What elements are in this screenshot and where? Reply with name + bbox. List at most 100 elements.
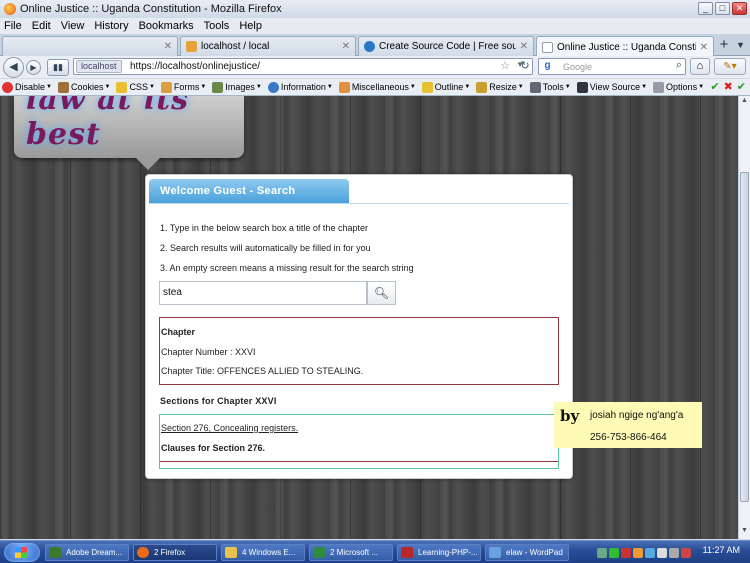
chapter-number: Chapter Number : XXVI [161, 347, 256, 357]
task-windows-explorer[interactable]: 4 Windows E... [221, 544, 305, 561]
list-tabs-icon[interactable]: ▼ [736, 40, 745, 50]
author-by-label: by [560, 407, 580, 425]
home-button[interactable]: ⌂ [690, 58, 710, 75]
valid-check-icon[interactable]: ✔ [710, 80, 719, 93]
site-identity-button[interactable]: localhost [76, 60, 122, 73]
menu-view[interactable]: View [61, 20, 85, 32]
vertical-scrollbar[interactable]: ▲ ▼ [738, 96, 750, 539]
tab-4-active[interactable]: Online Justice :: Uganda Constitution ✕ [536, 36, 714, 57]
close-tab-icon[interactable]: ✕ [700, 42, 708, 53]
bar-chart-icon[interactable]: ▮▮ [47, 59, 69, 76]
dev-outline[interactable]: Outline ▼ [421, 81, 470, 93]
tray-icon[interactable] [597, 547, 607, 558]
search-box[interactable]: g Google ⌕ [538, 58, 686, 75]
url-bar[interactable]: localhost https://localhost/onlinejustic… [73, 58, 533, 75]
close-tab-icon[interactable]: ✕ [164, 41, 172, 52]
tray-icon[interactable] [621, 547, 631, 558]
firefox-icon [4, 3, 16, 15]
tab-1[interactable]: ✕ [2, 36, 178, 56]
chapter-result-box: Chapter Chapter Number : XXVI Chapter Ti… [159, 317, 559, 385]
menu-bookmarks[interactable]: Bookmarks [139, 20, 194, 32]
close-tab-icon[interactable]: ✕ [342, 41, 350, 52]
task-learning-php[interactable]: Learning-PHP-... [397, 544, 481, 561]
menu-file[interactable]: File [4, 20, 22, 32]
dev-options[interactable]: Options ▼ [653, 81, 704, 93]
dev-resize[interactable]: Resize ▼ [476, 81, 524, 93]
dev-images[interactable]: Images ▼ [212, 81, 262, 93]
volume-icon[interactable] [669, 547, 679, 558]
excel-icon [313, 547, 325, 558]
pdf-icon [401, 547, 413, 558]
tray-icon[interactable] [609, 547, 619, 558]
back-button[interactable]: ◀ [3, 57, 24, 78]
images-icon [212, 81, 224, 93]
maximize-button[interactable]: □ [715, 2, 730, 15]
menu-help[interactable]: Help [239, 20, 262, 32]
folder-icon [225, 547, 237, 558]
scroll-up-icon[interactable]: ▲ [739, 97, 750, 108]
menu-tools[interactable]: Tools [204, 20, 230, 32]
extension-button[interactable]: ✎▾ [714, 58, 746, 75]
dev-miscellaneous[interactable]: Miscellaneous ▼ [338, 81, 416, 93]
dev-css[interactable]: CSS ▼ [116, 81, 155, 93]
close-window-button[interactable]: ✕ [732, 2, 747, 15]
search-icon[interactable]: ⌕ [676, 59, 682, 72]
menu-edit[interactable]: Edit [32, 20, 51, 32]
dev-forms[interactable]: Forms ▼ [160, 81, 206, 93]
error-icon[interactable]: ✖ [724, 80, 733, 93]
chapter-heading: Chapter [161, 327, 196, 337]
dev-information[interactable]: Information ▼ [267, 81, 333, 93]
url-text[interactable]: https://localhost/onlinejustice/ [130, 60, 260, 74]
tray-icon[interactable] [681, 547, 691, 558]
cookie-icon [57, 81, 69, 93]
dev-tools[interactable]: Tools ▼ [529, 81, 571, 93]
forward-button[interactable]: ▶ [26, 60, 41, 75]
clock[interactable]: 11:27 AM [703, 545, 740, 555]
task-dreamweaver[interactable]: Adobe Dream... [45, 544, 129, 561]
start-button[interactable] [4, 543, 40, 562]
globe-icon [364, 41, 375, 52]
clauses-heading: Clauses for Section 276. [161, 443, 266, 453]
dev-view-source[interactable]: View Source ▼ [576, 81, 647, 93]
outline-pencil-icon [421, 81, 433, 93]
google-icon[interactable]: g [541, 60, 554, 73]
tab-2[interactable]: localhost / local ✕ [180, 36, 356, 56]
site-logo-banner: law at its best [14, 96, 244, 170]
options-icon [653, 81, 665, 93]
dev-disable[interactable]: Disable ▼ [2, 81, 52, 93]
page-icon [542, 41, 553, 53]
menu-history[interactable]: History [94, 20, 128, 32]
instruction-1: 1. Type in the below search box a title … [160, 223, 368, 233]
tray-icon[interactable] [645, 547, 655, 558]
task-firefox[interactable]: 2 Firefox [133, 544, 217, 561]
forms-icon [160, 81, 172, 93]
disable-icon [2, 81, 13, 93]
section-link[interactable]: Section 276, Concealing registers. [161, 423, 298, 433]
site-logo-text: law at its best [26, 96, 189, 152]
new-tab-button[interactable]: + [716, 37, 732, 54]
close-tab-icon[interactable]: ✕ [520, 41, 528, 52]
task-wordpad[interactable]: elaw - WordPad [485, 544, 569, 561]
dev-cookies[interactable]: Cookies ▼ [57, 81, 110, 93]
bookmark-star-icon[interactable]: ☆ [500, 59, 510, 72]
view-source-icon [576, 81, 588, 93]
scroll-thumb[interactable] [740, 172, 749, 502]
menu-bar: File Edit View History Bookmarks Tools H… [0, 18, 750, 34]
minimize-button[interactable]: _ [698, 2, 713, 15]
search-card: Welcome Guest - Search Alligation 1. Typ… [145, 174, 573, 479]
scroll-down-icon[interactable]: ▼ [739, 527, 750, 538]
reload-icon[interactable]: ↻ [518, 59, 532, 73]
sections-heading: Sections for Chapter XXVI [160, 396, 277, 406]
search-button[interactable]: 🔍︎ [367, 281, 396, 305]
page-content: law at its best Welcome Guest - Search A… [0, 96, 738, 539]
network-icon[interactable] [657, 547, 667, 558]
valid-check-icon-2[interactable]: ✔ [737, 80, 746, 93]
phpmyadmin-icon [186, 41, 197, 52]
tray-icon[interactable] [633, 547, 643, 558]
chapter-search-input[interactable]: stea [159, 281, 367, 305]
tab-label: Create Source Code | Free source code... [379, 41, 516, 52]
firefox-task-icon [137, 547, 149, 558]
task-microsoft[interactable]: 2 Microsoft ... [309, 544, 393, 561]
web-developer-toolbar: Disable ▼ Cookies ▼ CSS ▼ Forms ▼ Images ▼ In… [0, 79, 750, 96]
tab-3[interactable]: Create Source Code | Free source code...… [358, 36, 534, 56]
